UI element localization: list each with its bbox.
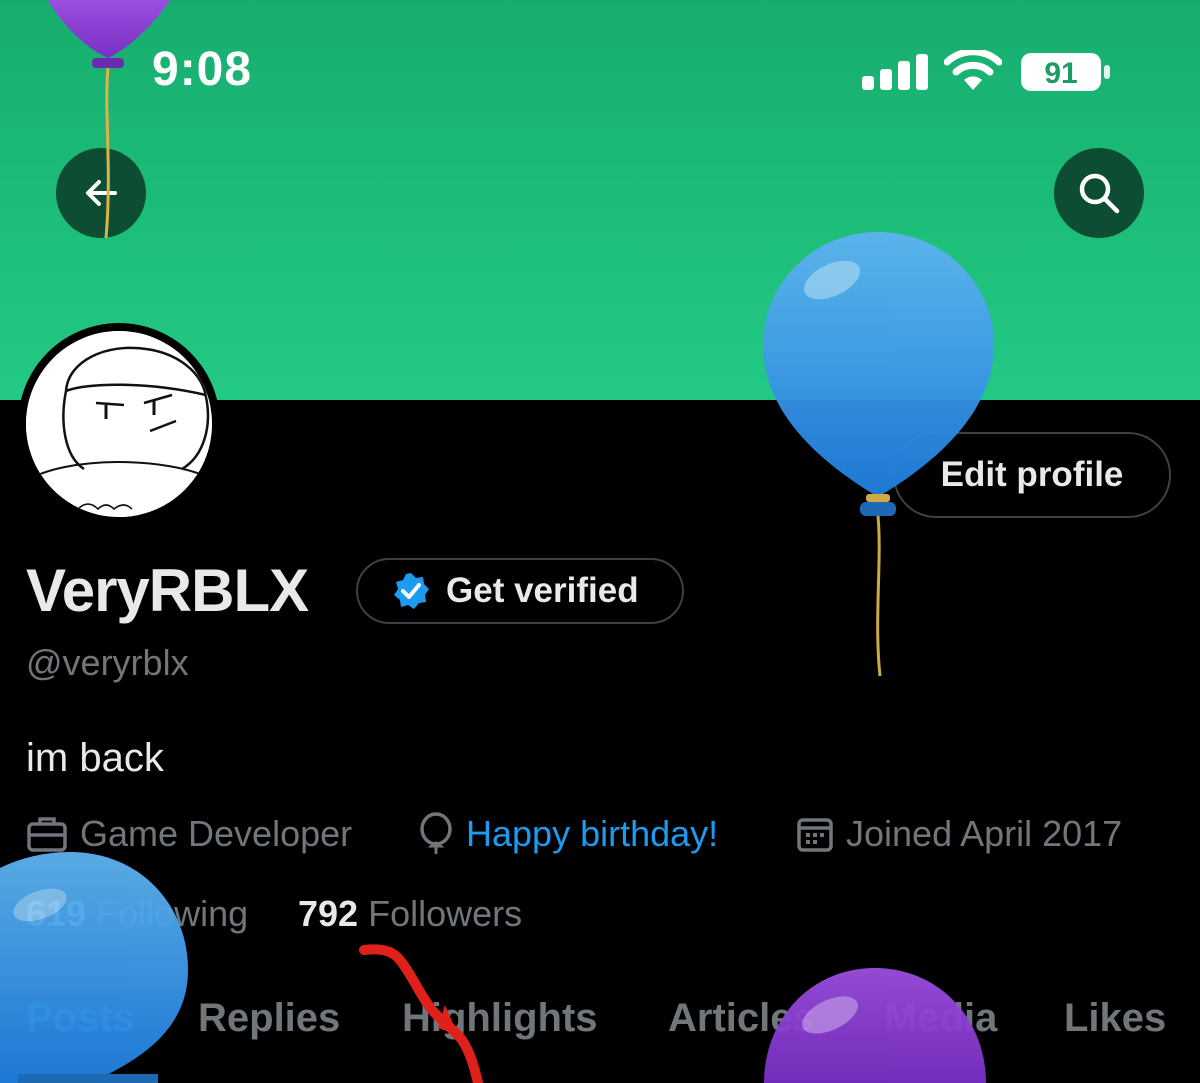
joined-text: Joined April 2017 [846, 813, 1123, 854]
followers-label: Followers [368, 893, 523, 934]
status-time: 9:08 [152, 43, 253, 96]
tab-articles[interactable]: Articles [668, 996, 815, 1041]
tab-replies[interactable]: Replies [198, 996, 340, 1041]
profile-joined: Joined April 2017 [796, 810, 1122, 858]
tab-posts[interactable]: Posts [26, 996, 135, 1041]
following-number: 619 [26, 893, 87, 934]
back-button[interactable] [56, 148, 146, 238]
edit-profile-button[interactable]: Edit profile [893, 432, 1171, 518]
display-name: VeryRBLX [26, 557, 309, 624]
avatar-drawing [26, 331, 212, 517]
birthday-link[interactable]: Happy birthday! [466, 813, 718, 855]
following-label: Following [96, 893, 249, 934]
briefcase-icon [27, 817, 67, 852]
cell-signal-icon [862, 54, 928, 90]
verified-badge-icon [394, 573, 429, 609]
get-verified-button[interactable]: Get verified [356, 558, 684, 624]
wifi-icon [944, 50, 1002, 90]
avatar[interactable] [18, 323, 220, 525]
balloon-blue-bottom-left [0, 852, 188, 1083]
followers-count[interactable]: 792 Followers [298, 893, 522, 935]
battery-icon: 91 [1021, 53, 1110, 91]
calendar-icon [797, 818, 833, 852]
following-count[interactable]: 619 Following [26, 893, 248, 935]
search-button[interactable] [1054, 148, 1144, 238]
job-text: Game Developer [80, 813, 353, 854]
user-handle: @veryrblx [26, 642, 189, 683]
followers-number: 792 [298, 893, 359, 934]
battery-percent: 91 [1044, 57, 1077, 90]
profile-birthday[interactable]: Happy birthday! [418, 810, 718, 858]
tab-highlights[interactable]: Highlights [402, 996, 598, 1041]
search-icon [1079, 173, 1120, 214]
get-verified-label: Get verified [446, 571, 639, 610]
tab-likes[interactable]: Likes [1064, 996, 1166, 1041]
balloon-icon [420, 812, 452, 854]
tab-media[interactable]: Media [884, 996, 997, 1041]
profile-job: Game Developer [26, 810, 352, 858]
arrow-left-icon [86, 180, 117, 206]
bio: im back [26, 736, 164, 780]
